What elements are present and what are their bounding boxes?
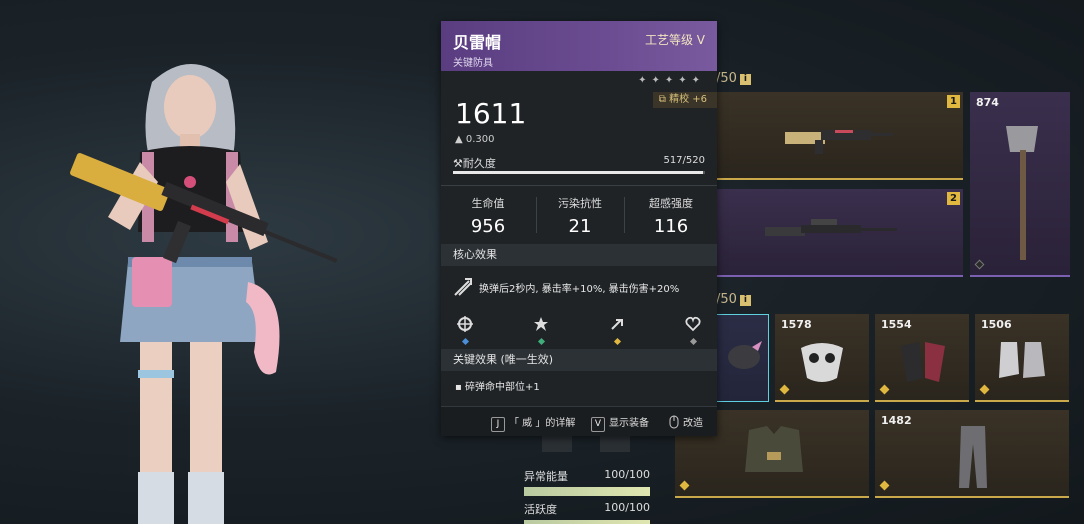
rarity-diamond: [779, 384, 790, 395]
crosshair-icon: [457, 316, 473, 332]
info-icon[interactable]: i: [739, 295, 751, 306]
rarity-dot: [689, 337, 697, 346]
key-effect-text: ▪ 碎弹命中部位+1: [455, 382, 540, 393]
item-tooltip: 贝雷帽 关键防具 工艺等级 V ✦✦✦✦✦ ⧉ 精校 +6 1611 ▲ 0.3…: [441, 21, 717, 436]
attribute-label: 异常能量: [524, 470, 568, 483]
weapon-capacity: /50 i: [716, 71, 751, 86]
key-v: V: [591, 417, 605, 432]
armor-power: 1482: [881, 414, 912, 427]
armor-slot-gloves[interactable]: 1554: [875, 314, 969, 402]
pants-icon: [959, 426, 987, 488]
rarity-diamond: [879, 384, 890, 395]
item-type: 关键防具: [453, 58, 493, 69]
durability-bar: [453, 171, 705, 174]
beret-icon: [728, 341, 762, 369]
weapon-slot-2[interactable]: 2: [675, 189, 963, 277]
item-name: 贝雷帽: [453, 33, 502, 52]
item-weight: ▲ 0.300: [455, 134, 495, 145]
modify-hint[interactable]: 改造: [669, 414, 703, 429]
stat-label: 超感强度: [649, 197, 693, 210]
stat-pollution-resist: 污染抗性 21: [536, 195, 624, 237]
attribute-value: 100/100: [604, 468, 650, 481]
core-effect-text: 换弹后2秒内, 暴击率+10%, 暴击伤害+20%: [479, 284, 680, 295]
skill-burst[interactable]: [531, 316, 551, 346]
gloves-icon: [901, 342, 945, 382]
burst-icon: [534, 317, 548, 331]
skill-crosshair[interactable]: [455, 316, 475, 346]
rarity-diamond: [679, 480, 690, 491]
mask-icon: [801, 343, 843, 382]
rarity-diamond: [974, 259, 985, 270]
rarity-diamond: [879, 480, 890, 491]
attribute-value: 100/100: [604, 501, 650, 514]
stat-value: 21: [568, 216, 592, 237]
stat-psi-intensity: 超感强度 116: [627, 195, 715, 237]
stat-label: 污染抗性: [558, 197, 602, 210]
refine-icon: ⧉: [658, 94, 670, 105]
melee-slot[interactable]: 874: [970, 92, 1070, 277]
slot-number-2: 2: [947, 192, 960, 205]
stat-label: 生命值: [471, 197, 505, 210]
item-power: 1611: [455, 97, 527, 130]
show-equipment-hint[interactable]: V 显示装备: [591, 414, 649, 432]
armor-slot-boots[interactable]: 1506: [975, 314, 1069, 402]
weight-icon: ▲: [455, 134, 466, 145]
armor-power: 1578: [781, 318, 812, 331]
rifle-icon: [785, 130, 893, 154]
attribute-activity: 活跃度 100/100: [524, 501, 650, 524]
attribute-bar-fill: [524, 520, 650, 524]
rarity-dot: [461, 337, 469, 346]
tooltip-footer: J 「 威 」的详解 V 显示装备 改造: [441, 406, 717, 436]
melee-power: 874: [976, 96, 999, 109]
durability-value: 517/520: [663, 155, 705, 166]
weapon-slot-1[interactable]: 1: [675, 92, 963, 180]
reload-icon: [611, 319, 623, 330]
stat-health: 生命值 956: [444, 195, 532, 237]
bullet-effect-icon: [454, 278, 472, 296]
armor-capacity: /50 i: [716, 292, 751, 307]
core-effect-header: 核心效果: [441, 244, 717, 266]
mouse-icon: [669, 415, 679, 429]
rarity-diamond: [979, 384, 990, 395]
skill-heart[interactable]: [683, 316, 703, 346]
rarity-dot: [613, 337, 621, 346]
character-model: [70, 63, 338, 524]
boots-icon: [999, 342, 1045, 378]
durability-label: ⚒耐久度: [453, 157, 496, 170]
key-effect-header: 关键效果 (唯一生效): [441, 349, 717, 371]
armor-slot-mask[interactable]: 1578: [775, 314, 869, 402]
axe-icon: [1006, 126, 1038, 260]
sniper-rifle-icon: [765, 219, 897, 236]
heartbeat-icon: [685, 316, 701, 332]
rarity-stars: ✦✦✦✦✦: [638, 75, 705, 86]
slot-number-1: 1: [947, 95, 960, 108]
tooltip-header: 贝雷帽 关键防具 工艺等级 V: [441, 21, 717, 71]
stat-value: 956: [470, 216, 506, 237]
attribute-bar-fill: [524, 487, 650, 496]
skill-reload[interactable]: [607, 316, 627, 346]
attribute-anomaly-energy: 异常能量 100/100: [524, 468, 650, 496]
attribute-label: 活跃度: [524, 503, 557, 516]
armor-slot-pants[interactable]: 1482: [875, 410, 1069, 498]
refine-badge: ⧉ 精校 +6: [652, 92, 717, 108]
detail-hint[interactable]: J 「 威 」的详解: [491, 414, 575, 432]
key-j: J: [491, 417, 505, 432]
rarity-dot: [537, 337, 545, 346]
craft-rank: 工艺等级 V: [644, 33, 705, 47]
armor-power: 1506: [981, 318, 1012, 331]
info-icon[interactable]: i: [739, 74, 751, 85]
durability-bar-fill: [453, 171, 704, 174]
wrench-icon: ⚒: [453, 157, 463, 170]
armor-power: 1554: [881, 318, 912, 331]
vest-icon: [745, 426, 803, 472]
stat-value: 116: [653, 216, 689, 237]
